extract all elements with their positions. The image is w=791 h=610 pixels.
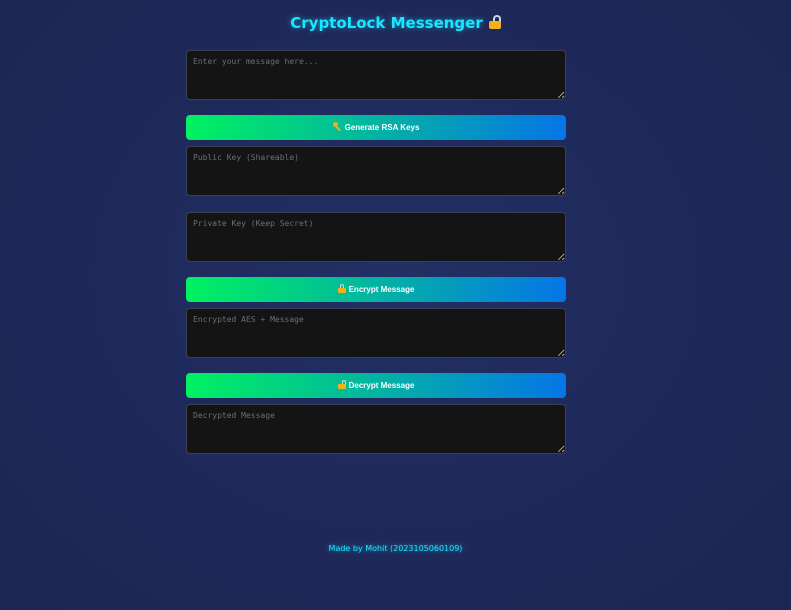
public-key-field[interactable]	[186, 146, 566, 196]
decrypt-message-button[interactable]: Decrypt Message	[186, 373, 566, 398]
lock-icon	[337, 284, 346, 293]
message-input[interactable]	[186, 50, 566, 100]
decrypted-message-field[interactable]	[186, 404, 566, 454]
encrypted-message-field[interactable]	[186, 308, 566, 358]
unlock-icon	[337, 380, 346, 389]
encrypt-button-label: Encrypt Message	[348, 285, 415, 294]
app-title: CryptoLock Messenger	[290, 14, 483, 32]
generate-button-label: Generate RSA Keys	[344, 123, 420, 132]
generate-rsa-keys-button[interactable]: Generate RSA Keys	[186, 115, 566, 140]
page-title: CryptoLock Messenger	[0, 13, 791, 33]
key-icon	[332, 122, 342, 132]
decrypt-button-label: Decrypt Message	[348, 381, 415, 390]
encrypt-message-button[interactable]: Encrypt Message	[186, 277, 566, 302]
private-key-field[interactable]	[186, 212, 566, 262]
footer-credit: Made by Mohit (2023105060109)	[328, 544, 463, 553]
lock-icon	[488, 15, 501, 29]
